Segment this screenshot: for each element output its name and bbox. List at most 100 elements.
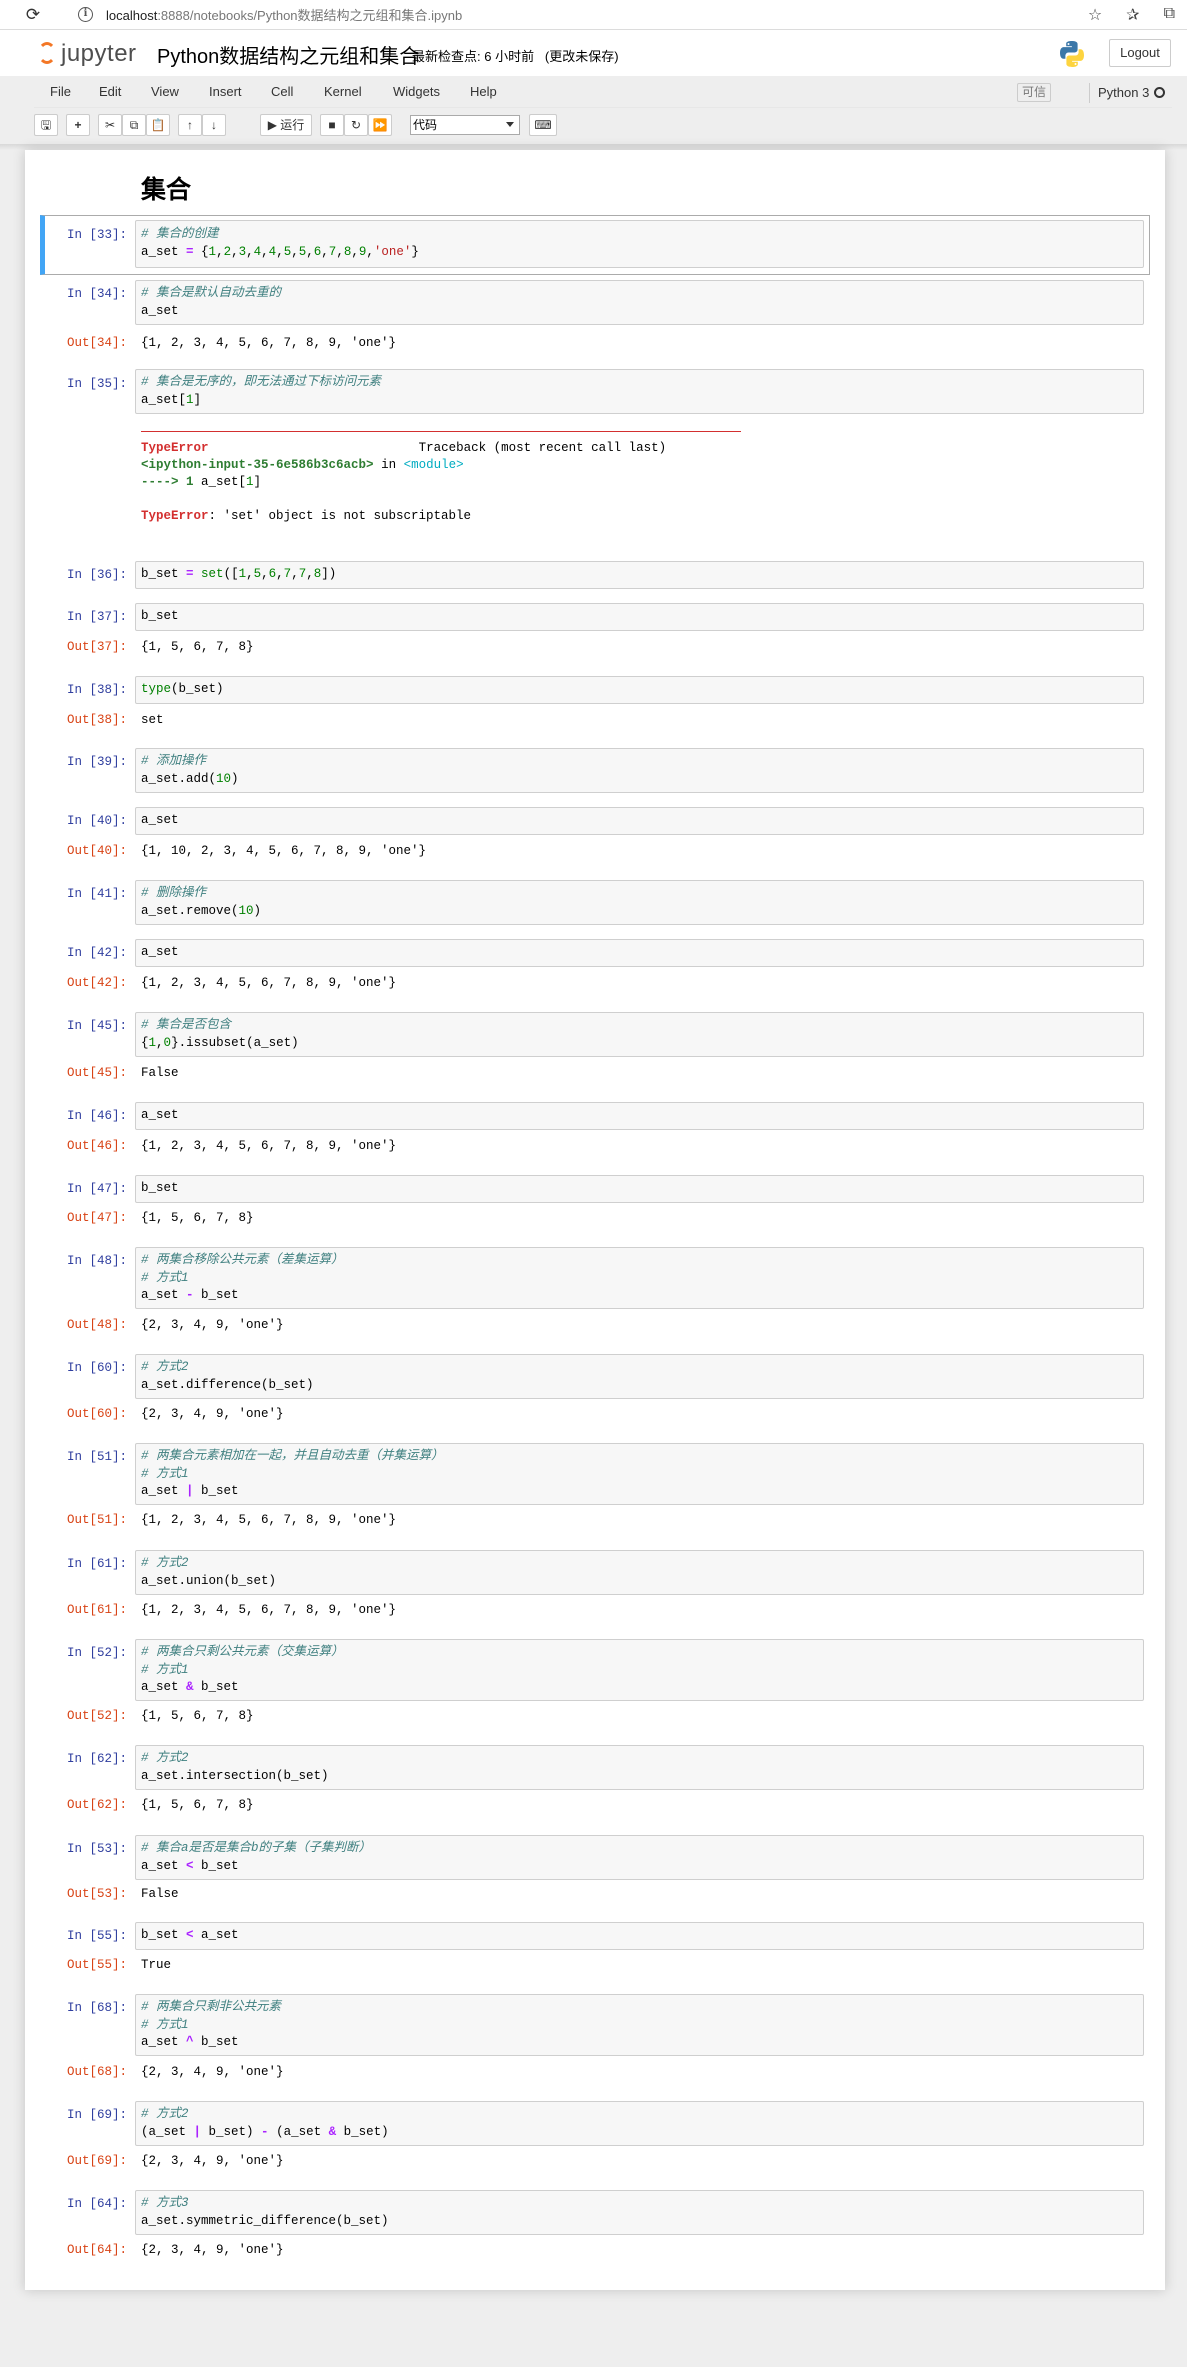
code-input[interactable] (135, 1922, 1144, 1950)
stop-button[interactable]: ■ (320, 114, 344, 136)
cell-type-select[interactable]: 代码 (410, 115, 520, 135)
move-down-icon: ↓ (211, 118, 217, 132)
output-text: {1, 5, 6, 7, 8} (141, 640, 254, 654)
input-prompt: In [55]: (66, 1929, 127, 1943)
stop-icon: ■ (328, 118, 336, 132)
code-input[interactable] (135, 1994, 1144, 2056)
code-text: # 集合是无序的，即无法通过下标访问元素 a_set[1] (141, 375, 382, 407)
info-icon[interactable]: i (78, 7, 93, 22)
code-input[interactable] (135, 1550, 1144, 1595)
save-icon: 🖫 (40, 118, 52, 132)
checkpoint-text: 最新检查点: 6 小时前 (412, 49, 535, 64)
input-prompt: In [52]: (66, 1646, 127, 1660)
traceback-line: ----> 1 a_set[1] (141, 475, 262, 489)
run-label: ▶ 运行 (267, 118, 305, 132)
add-cell-button[interactable]: + (66, 114, 90, 136)
menu-kernel[interactable]: Kernel (324, 84, 362, 99)
code-text: # 方式2 a_set.difference(b_set) (141, 1360, 314, 1392)
output-text: {1, 10, 2, 3, 4, 5, 6, 7, 8, 9, 'one'} (141, 844, 427, 858)
run-button[interactable]: ▶ 运行 (260, 114, 312, 136)
input-prompt: In [69]: (66, 2108, 127, 2122)
output-text: {1, 2, 3, 4, 5, 6, 7, 8, 9, 'one'} (141, 1603, 397, 1617)
input-prompt: In [41]: (66, 887, 127, 901)
unsaved-text: (更改未保存) (544, 49, 619, 64)
menu-help[interactable]: Help (470, 84, 497, 99)
jupyter-logo[interactable]: jupyter (34, 39, 144, 69)
input-prompt: In [34]: (66, 287, 127, 301)
input-prompt: In [61]: (66, 1557, 127, 1571)
code-text: type(b_set) (141, 682, 224, 696)
cut-button[interactable]: ✂ (98, 114, 122, 136)
code-input[interactable] (135, 939, 1144, 967)
input-prompt: In [51]: (66, 1450, 127, 1464)
command-palette-button[interactable]: ⌨ (529, 114, 557, 136)
output-text: {1, 5, 6, 7, 8} (141, 1211, 254, 1225)
output-prompt: Out[68]: (66, 2065, 127, 2079)
code-text: # 添加操作 a_set.add(10) (141, 754, 239, 786)
url-path: :8888/notebooks/Python数据结构之元组和集合.ipynb (157, 8, 463, 23)
output-prompt: Out[62]: (66, 1798, 127, 1812)
code-input[interactable] (135, 280, 1144, 325)
menu-widgets[interactable]: Widgets (393, 84, 440, 99)
move-down-button[interactable]: ↓ (202, 114, 226, 136)
output-text: {1, 5, 6, 7, 8} (141, 1709, 254, 1723)
code-text: # 集合的创建 a_set = {1,2,3,4,4,5,5,6,7,8,9,'… (141, 227, 419, 259)
output-text: {1, 2, 3, 4, 5, 6, 7, 8, 9, 'one'} (141, 336, 397, 350)
output-prompt: Out[55]: (66, 1958, 127, 1972)
input-prompt: In [37]: (66, 610, 127, 624)
code-input[interactable] (135, 880, 1144, 925)
notebook-title[interactable]: Python数据结构之元组和集合 (157, 40, 419, 69)
fast-forward-icon: ⏩ (372, 118, 388, 132)
code-text: a_set (141, 1108, 179, 1122)
code-text: # 两集合只剩非公共元素 # 方式1 a_set ^ b_set (141, 2000, 282, 2049)
code-input[interactable] (135, 1175, 1144, 1203)
url-field[interactable]: localhost:8888/notebooks/Python数据结构之元组和集… (106, 5, 462, 24)
output-text: {1, 2, 3, 4, 5, 6, 7, 8, 9, 'one'} (141, 1513, 397, 1527)
input-prompt: In [45]: (66, 1019, 127, 1033)
output-text: {1, 5, 6, 7, 8} (141, 1798, 254, 1812)
output-prompt: Out[61]: (66, 1603, 127, 1617)
output-prompt: Out[38]: (66, 713, 127, 727)
code-input[interactable] (135, 603, 1144, 631)
trusted-indicator[interactable]: 可信 (1017, 83, 1051, 102)
code-text: # 两集合移除公共元素（差集运算） # 方式1 a_set - b_set (141, 1253, 344, 1302)
menu-edit[interactable]: Edit (99, 84, 121, 99)
code-input[interactable] (135, 748, 1144, 793)
code-text: # 集合a是否是集合b的子集（子集判断） a_set < b_set (141, 1841, 372, 1873)
jupyter-header: jupyter Python数据结构之元组和集合 最新检查点: 6 小时前 (更… (0, 30, 1187, 76)
output-text: {1, 2, 3, 4, 5, 6, 7, 8, 9, 'one'} (141, 1139, 397, 1153)
output-prompt: Out[69]: (66, 2154, 127, 2168)
input-prompt: In [62]: (66, 1752, 127, 1766)
paste-button[interactable]: 📋 (146, 114, 170, 136)
code-text: a_set (141, 813, 179, 827)
output-text: True (141, 1958, 172, 1972)
code-text: # 集合是否包含 {1,0}.issubset(a_set) (141, 1018, 299, 1050)
reload-icon[interactable]: ⟳ (16, 5, 50, 25)
move-up-button[interactable]: ↑ (178, 114, 202, 136)
code-text: b_set < a_set (141, 1928, 239, 1942)
menu-file[interactable]: File (50, 84, 71, 99)
input-prompt: In [60]: (66, 1361, 127, 1375)
menu-insert[interactable]: Insert (209, 84, 242, 99)
menu-view[interactable]: View (151, 84, 179, 99)
code-input[interactable] (135, 1102, 1144, 1130)
code-input[interactable] (135, 676, 1144, 704)
code-text: # 两集合只剩公共元素（交集运算） # 方式1 a_set & b_set (141, 1645, 344, 1694)
url-host: localhost (106, 8, 158, 23)
jupyter-logo-icon (38, 42, 56, 64)
kernel-indicator[interactable]: Python 3 (1089, 83, 1149, 103)
input-prompt: In [64]: (66, 2197, 127, 2211)
collections-icon[interactable]: ⧉ (1164, 5, 1175, 25)
copy-button[interactable]: ⧉ (122, 114, 146, 136)
input-prompt: In [42]: (66, 946, 127, 960)
favorites-icon[interactable]: ✰ (1126, 5, 1139, 25)
code-input[interactable] (135, 807, 1144, 835)
logout-button[interactable]: Logout (1109, 39, 1171, 67)
code-text: # 方式2 a_set.intersection(b_set) (141, 1751, 329, 1783)
save-button[interactable]: 🖫 (34, 114, 58, 136)
restart-button[interactable]: ↻ (344, 114, 368, 136)
kernel-status-icon (1154, 87, 1165, 98)
menu-cell[interactable]: Cell (271, 84, 293, 99)
favorites-add-icon[interactable]: ☆ (1088, 5, 1102, 25)
restart-run-all-button[interactable]: ⏩ (368, 114, 392, 136)
